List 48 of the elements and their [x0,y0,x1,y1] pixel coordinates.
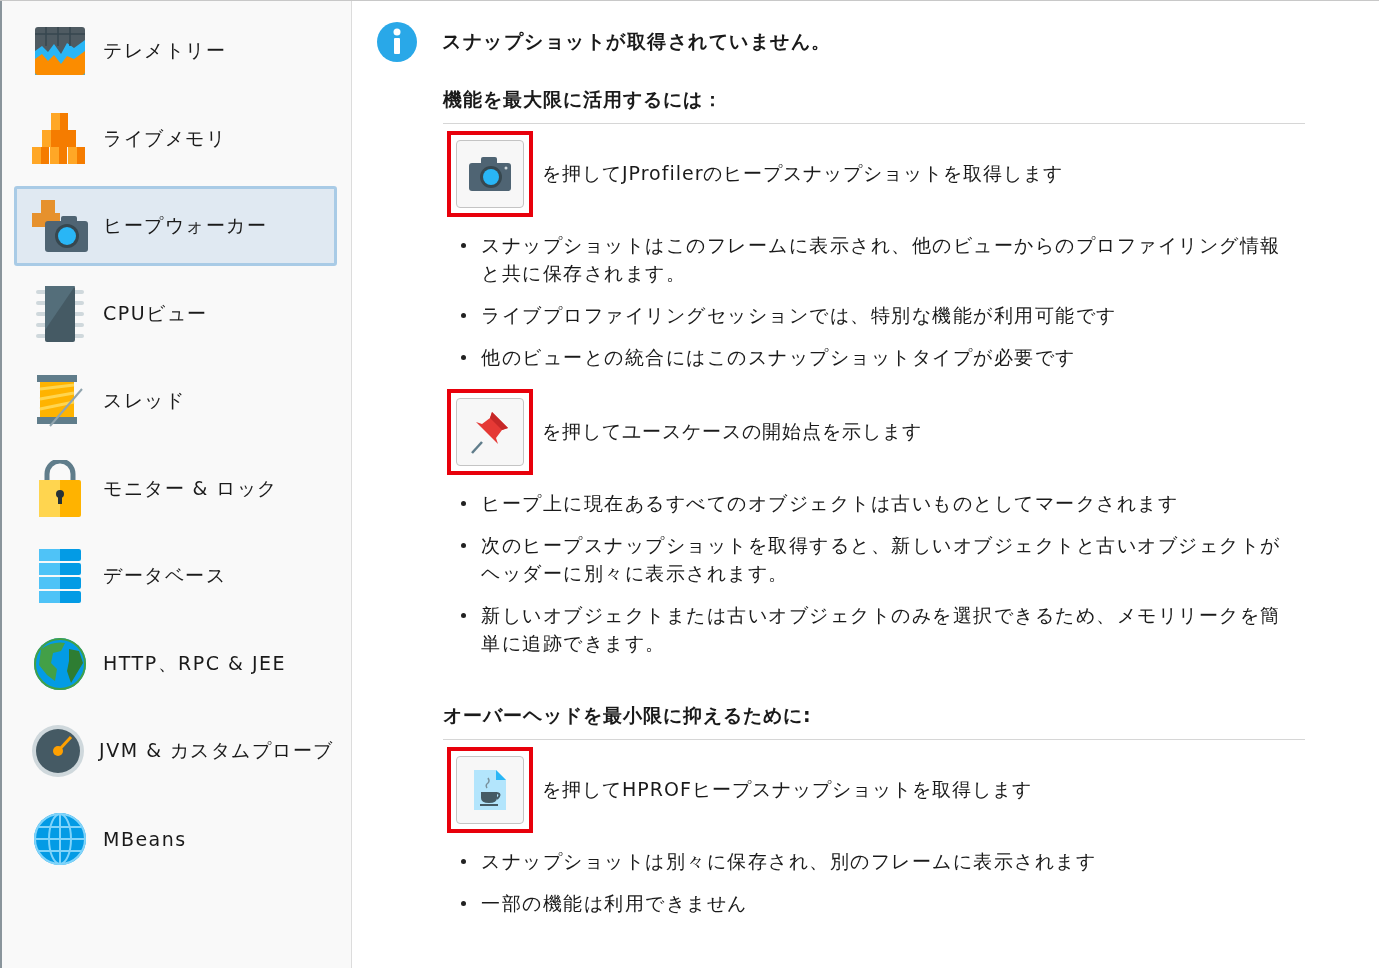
bullet-dot [461,859,466,864]
sidebar-item[interactable]: JVM & カスタムプローブ [14,711,337,791]
gauge-icon [31,724,86,778]
action-text: を押してHPROFヒープスナップショットを取得します [542,777,1032,802]
section-heading: オーバーヘッドを最小限に抑えるために: [443,703,813,728]
thread-spool-icon [35,375,85,427]
bullet-text: 他のビューとの統合にはこのスナップショットタイプが必要です [481,345,1077,370]
earth-globe-icon [33,636,87,691]
chip-icon [36,285,84,342]
bullet-dot [461,501,466,506]
camera-icon [469,157,511,191]
section-heading: 機能を最大限に活用するには： [443,87,724,112]
bullet-dot [461,543,466,548]
sidebar-item[interactable]: ヒープウォーカー [14,186,337,266]
pushpin-icon [470,410,510,454]
bullet-text: スナップショットは別々に保存され、別のフレームに表示されます [481,849,1097,874]
info-icon [376,21,418,63]
mark-heap-button[interactable] [456,398,524,466]
sidebar-item[interactable]: HTTP、RPC & JEE [14,623,337,704]
hprof-snapshot-button[interactable] [456,756,524,824]
bullet-dot [461,243,466,248]
sidebar-item[interactable]: MBeans [14,798,337,879]
globe-icon [33,811,87,866]
bullet-text: ライブプロファイリングセッションでは、特別な機能が利用可能です [481,303,1118,328]
bullet-text: 新しいオブジェクトまたは古いオブジェクトのみを選択できるため、メモリリークを簡単に追跡できます。 [481,603,1281,656]
chart-icon [34,26,86,76]
sidebar-item[interactable]: テレメトリー [14,11,337,91]
bullet-dot [461,901,466,906]
database-icon [38,548,82,604]
sidebar-item[interactable]: スレッド [14,361,337,441]
bullet-text: 一部の機能は利用できません [481,891,749,916]
bullet-dot [461,613,466,618]
cubes-camera-icon [31,199,89,253]
sidebar-item[interactable]: モニター & ロック [14,448,337,529]
coffee-file-icon [474,770,506,810]
bullet-text: 次のヒープスナップショットを取得すると、新しいオブジェクトと古いオブジェクトがヘッダーに別々に表示されます。 [481,533,1281,586]
bullet-dot [461,313,466,318]
sidebar-item[interactable]: ライブメモリ [14,98,337,179]
padlock-icon [38,459,82,518]
bullet-dot [461,355,466,360]
sidebar-item[interactable]: データベース [14,536,337,616]
action-text: を押してユースケースの開始点を示します [542,419,922,444]
bullet-text: ヒープ上に現在あるすべてのオブジェクトは古いものとしてマークされます [481,491,1179,516]
bullet-text: スナップショットはこのフレームに表示され、他のビューからのプロファイリング情報と共に保存されます。 [481,233,1281,286]
notice-title: スナップショットが取得されていません。 [442,29,832,54]
sidebar-item[interactable]: CPUビュー [14,273,337,354]
snapshot-button[interactable] [456,140,524,208]
action-text: を押してJProfilerのヒープスナップショットを取得します [542,161,1064,186]
